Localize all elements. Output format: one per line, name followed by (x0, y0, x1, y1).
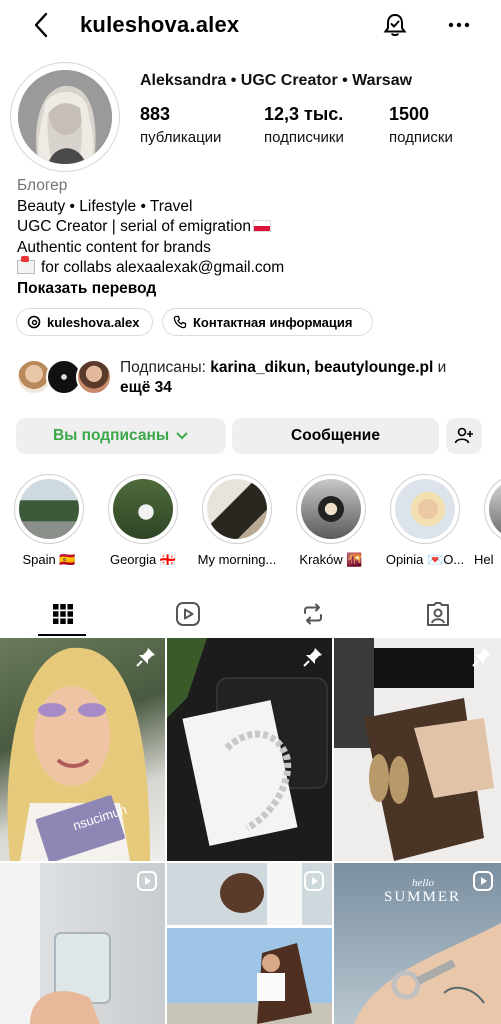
more-options-icon[interactable] (446, 12, 472, 38)
highlight-cover (19, 479, 79, 539)
bio-line: Beauty • Lifestyle • Travel (17, 197, 193, 215)
back-arrow-icon[interactable] (30, 10, 54, 40)
active-tab-indicator (38, 634, 86, 636)
mutual-prefix: Подписаны: (120, 359, 211, 376)
post-caption-big: SUMMER (384, 889, 462, 905)
reels-icon (175, 602, 200, 626)
reel-icon (473, 871, 493, 891)
contact-info-chip-label: Контактная информация (193, 314, 353, 330)
stat-following-label: подписки (389, 129, 453, 146)
mutual-follower-avatar (76, 359, 112, 395)
profile-bio: Блогер Beauty • Lifestyle • Travel UGC C… (17, 176, 487, 299)
stat-posts-label: публикации (140, 129, 222, 146)
profile-display-name: Aleksandra • UGC Creator • Warsaw (140, 72, 413, 89)
story-highlights: Spain 🇪🇸 Georgia 🇬🇪 My morning... Kraków… (0, 474, 501, 574)
stat-posts-value: 883 (140, 104, 171, 124)
pinned-post-icon (136, 648, 155, 667)
chevron-down-icon (176, 432, 188, 440)
threads-icon (27, 315, 41, 329)
grid-icon (52, 604, 73, 624)
notification-bell-icon[interactable] (382, 12, 408, 38)
post-thumbnail[interactable]: hello SUMMER (334, 863, 501, 1024)
tab-posts-grid[interactable] (0, 592, 125, 636)
mutual-followers-text: Подписаны: karina_dikun, beautylounge.pl… (120, 358, 490, 398)
posts-grid: nsucimun hello SUMMER (0, 638, 501, 1024)
threads-chip-label: kuleshova.alex (47, 314, 140, 330)
avatar-photo (18, 70, 112, 164)
repost-icon (303, 603, 322, 625)
profile-avatar[interactable] (18, 70, 112, 164)
profile-tabs (0, 592, 501, 636)
highlight-cover (301, 479, 361, 539)
post-image (167, 638, 328, 846)
pinned-post-icon (472, 648, 491, 667)
mutual-and: и (433, 359, 447, 376)
poland-flag-icon (253, 220, 272, 232)
threads-chip[interactable]: kuleshova.alex (16, 308, 153, 336)
post-thumbnail[interactable] (167, 863, 332, 1024)
post-thumbnail[interactable]: nsucimun (0, 638, 165, 861)
following-button-label: Вы подписаны (52, 427, 170, 444)
stat-posts[interactable]: 883 публикации (140, 104, 221, 146)
tagged-user-icon (426, 602, 449, 626)
message-button[interactable]: Сообщение (232, 418, 439, 454)
highlight-label: Spain 🇪🇸 (22, 552, 76, 567)
bio-line: Authentic content for brands (17, 238, 211, 256)
post-thumbnail[interactable] (334, 638, 501, 861)
highlight-label: Georgia 🇬🇪 (109, 552, 177, 567)
highlight-label: Hel (474, 552, 494, 567)
mutual-names[interactable]: karina_dikun, beautylounge.pl (210, 359, 433, 376)
stat-followers-label: подписчики (264, 129, 344, 146)
message-button-label: Сообщение (291, 427, 380, 444)
mutual-more[interactable]: ещё 34 (120, 379, 172, 396)
post-image (334, 638, 494, 861)
reel-icon (137, 871, 157, 891)
stat-followers-value: 12,3 тыс. (264, 104, 344, 124)
bio-email[interactable]: for collabs alexaalexak@gmail.com (41, 259, 284, 276)
suggested-users-button[interactable] (446, 418, 482, 454)
phone-icon (173, 315, 187, 329)
mutual-followers[interactable]: Подписаны: karina_dikun, beautylounge.pl… (16, 355, 496, 399)
post-caption-small: hello (412, 877, 434, 889)
pinned-post-icon (303, 648, 322, 667)
tab-tagged[interactable] (375, 592, 500, 636)
tab-reels[interactable] (125, 592, 250, 636)
tab-reposts[interactable] (250, 592, 375, 636)
reel-icon (304, 871, 324, 891)
mailbox-icon (17, 256, 35, 274)
following-button[interactable]: Вы подписаны (16, 418, 226, 454)
add-user-icon (454, 427, 473, 444)
highlight-cover (113, 479, 173, 539)
bio-category: Блогер (17, 177, 68, 194)
highlight-label: Opinia 💌O... (385, 552, 465, 567)
bio-line-with-flag: UGC Creator | serial of emigration (17, 217, 487, 238)
stat-following[interactable]: 1500 подписки (389, 104, 453, 146)
post-thumbnail[interactable] (0, 863, 165, 1024)
stat-following-value: 1500 (389, 104, 430, 124)
highlight-cover (395, 479, 455, 539)
highlight-label: Kraków 🌇 (299, 552, 363, 567)
bio-email-line: for collabs alexaalexak@gmail.com (17, 256, 487, 279)
post-thumbnail[interactable] (167, 638, 332, 861)
highlight-label: My morning... (197, 552, 277, 567)
profile-username: kuleshova.alex (80, 12, 240, 37)
bio-line: UGC Creator | serial of emigration (17, 218, 252, 235)
top-bar: kuleshova.alex (0, 0, 501, 50)
contact-info-chip[interactable]: Контактная информация (162, 308, 373, 336)
show-translation-link[interactable]: Показать перевод (17, 279, 487, 300)
highlight-cover (207, 479, 267, 539)
stat-followers[interactable]: 12,3 тыс. подписчики (264, 104, 344, 146)
